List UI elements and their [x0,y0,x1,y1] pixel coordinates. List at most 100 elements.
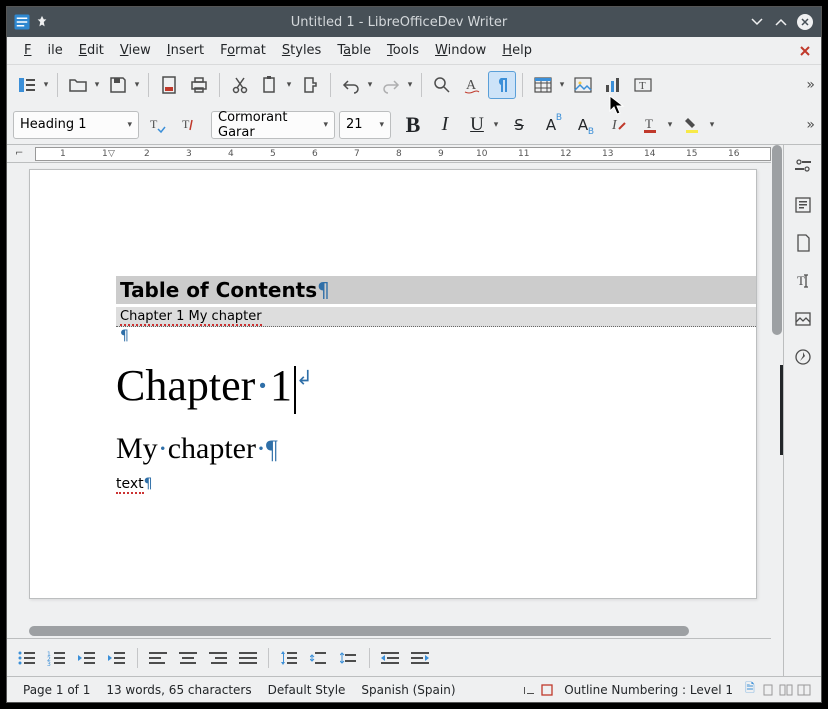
subscript-button[interactable]: A [569,111,597,139]
status-language[interactable]: Spanish (Spain) [353,683,463,697]
svg-text:3: 3 [47,661,51,666]
sidebar-toggle-icon[interactable] [13,71,41,99]
menu-edit[interactable]: Edit [71,39,112,62]
menu-window[interactable]: Window [427,39,494,62]
status-outline[interactable]: Outline Numbering : Level 1 [556,683,741,697]
underline-button[interactable]: U [463,111,491,139]
indent-left-icon[interactable] [378,648,402,668]
view-single-icon[interactable] [761,683,775,697]
menu-view[interactable]: View [112,39,159,62]
menu-table[interactable]: Table [329,39,379,62]
export-pdf-icon[interactable] [155,71,183,99]
view-multi-icon[interactable] [779,683,793,697]
indent-right-icon[interactable] [408,648,432,668]
svg-text:I: I [523,686,526,697]
body-text[interactable]: text¶ [116,476,153,492]
redo-icon[interactable] [377,71,405,99]
insert-mode-icon[interactable]: I [522,683,536,697]
menu-tools[interactable]: Tools [379,39,427,62]
font-name-combo[interactable]: Cormorant Garar▾ [211,111,335,139]
align-center-icon[interactable] [176,648,200,668]
bold-button[interactable]: B [399,111,427,139]
style-inspector-icon[interactable]: T [791,269,815,293]
dropdown-caret[interactable]: ▾ [41,80,51,90]
new-style-icon[interactable]: T [175,111,203,139]
font-color-button[interactable]: T [637,111,665,139]
svg-text:T: T [797,273,805,288]
selection-mode-icon[interactable] [540,683,554,697]
spellcheck-icon[interactable]: A [458,71,486,99]
strikethrough-button[interactable]: S [505,111,533,139]
pin-icon[interactable] [35,15,49,29]
image-insert-icon[interactable] [569,71,597,99]
minimize-button[interactable] [747,12,767,32]
doc-close-icon[interactable] [798,44,812,58]
textbox-icon[interactable]: T [629,71,657,99]
align-left-icon[interactable] [146,648,170,668]
list-bullet-icon[interactable] [15,648,39,668]
svg-text:T: T [150,117,158,131]
para-spacing-dec-icon[interactable] [337,648,361,668]
properties-panel-icon[interactable] [791,155,815,179]
list-number-icon[interactable]: 123 [45,648,69,668]
window-close-button[interactable] [795,12,815,32]
horizontal-scrollbar[interactable] [7,624,771,638]
status-bar: Page 1 of 1 13 words, 65 characters Defa… [7,676,821,702]
paste-icon[interactable] [256,71,284,99]
status-words[interactable]: 13 words, 65 characters [98,683,259,697]
cut-icon[interactable] [226,71,254,99]
clear-format-button[interactable]: I [605,111,633,139]
update-style-icon[interactable]: T [143,111,171,139]
toolbar-overflow[interactable]: » [806,77,815,93]
print-icon[interactable] [185,71,213,99]
app-icon [13,13,31,31]
heading-1[interactable]: Chapter·1↲ [116,360,313,414]
paragraph-style-combo[interactable]: Heading 1▾ [13,111,139,139]
indent-dec-icon[interactable] [75,648,99,668]
align-right-icon[interactable] [206,648,230,668]
clone-format-icon[interactable] [296,71,324,99]
toolbar-bottom: 123 [7,638,771,676]
view-book-icon[interactable] [797,683,811,697]
sidebar-panel: T [783,145,821,676]
page-panel-icon[interactable] [791,231,815,255]
toc-heading[interactable]: Table of Contents¶ [116,276,756,304]
line-spacing-icon[interactable] [277,648,301,668]
gallery-panel-icon[interactable] [791,307,815,331]
table-insert-icon[interactable] [529,71,557,99]
horizontal-ruler[interactable]: ⌐ 1 ▽ 12345678910111213141516 [7,145,771,163]
menu-help[interactable]: Help [494,39,540,62]
menu-styles[interactable]: Styles [274,39,329,62]
status-style[interactable]: Default Style [260,683,354,697]
highlight-button[interactable] [679,111,707,139]
document-area[interactable]: Table of Contents¶ Chapter 1 My chapter … [7,163,771,624]
vertical-scrollbar[interactable] [771,145,783,676]
find-icon[interactable] [428,71,456,99]
save-icon[interactable] [104,71,132,99]
svg-text:T: T [639,80,646,92]
chart-insert-icon[interactable] [599,71,627,99]
heading-2[interactable]: My·chapter·¶ [116,432,278,466]
menu-insert[interactable]: Insert [159,39,212,62]
font-size-combo[interactable]: 21▾ [339,111,391,139]
align-justify-icon[interactable] [236,648,260,668]
toolbar-standard: ▾ ▾ ▾ ▾ ▾ ▾ A ▾ T » [7,65,821,105]
styles-panel-icon[interactable] [791,193,815,217]
superscript-button[interactable]: A [537,111,565,139]
toolbar2-overflow[interactable]: » [806,117,815,133]
toc-entry[interactable]: Chapter 1 My chapter [116,307,756,327]
formatting-marks-icon[interactable] [488,71,516,99]
indent-inc-icon[interactable] [105,648,129,668]
para-spacing-inc-icon[interactable] [307,648,331,668]
pilcrow-icon: ¶ [120,328,129,344]
status-page[interactable]: Page 1 of 1 [15,683,98,697]
italic-button[interactable]: I [431,111,459,139]
open-icon[interactable] [64,71,92,99]
menu-format[interactable]: Format [212,39,274,62]
sig-icon[interactable]: 🗎 [743,683,757,697]
navigator-panel-icon[interactable] [791,345,815,369]
undo-icon[interactable] [337,71,365,99]
maximize-button[interactable] [771,12,791,32]
page[interactable]: Table of Contents¶ Chapter 1 My chapter … [29,169,757,599]
menu-file[interactable]: File [16,39,71,62]
